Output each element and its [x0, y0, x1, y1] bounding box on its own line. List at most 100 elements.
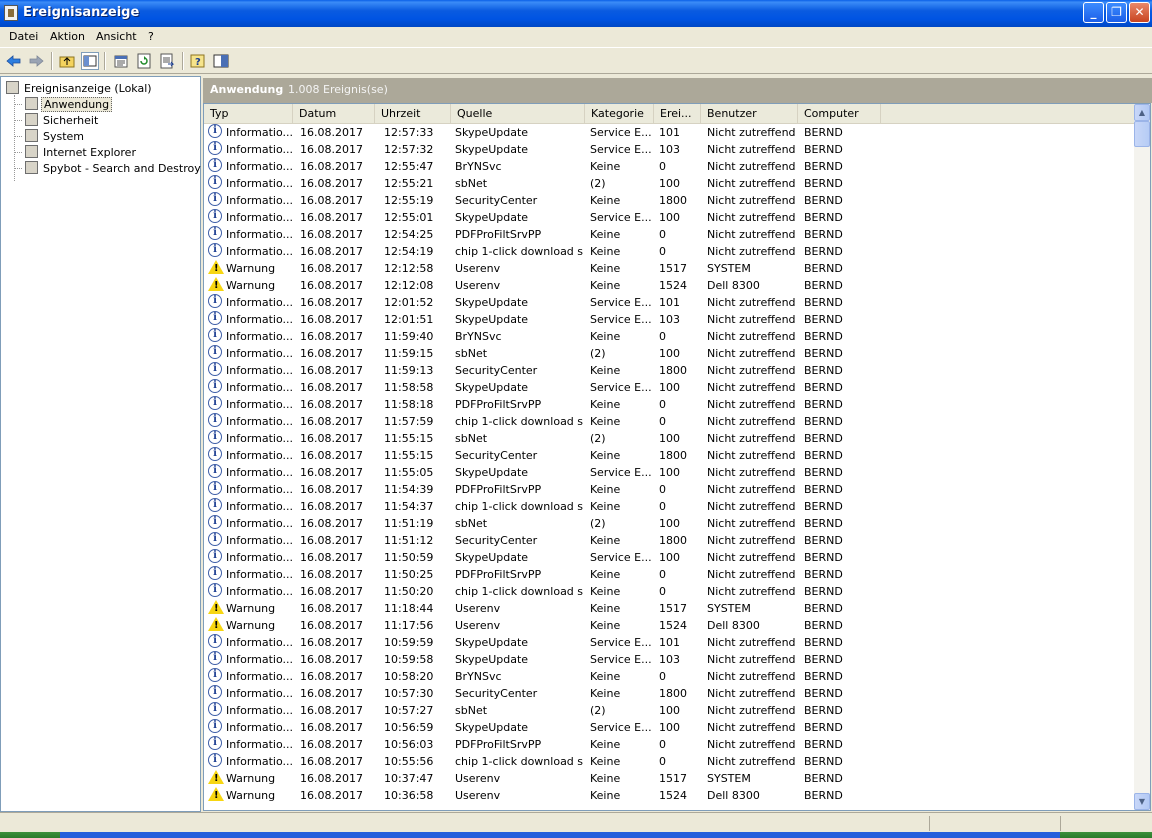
- refresh-icon[interactable]: [135, 52, 153, 70]
- vertical-scrollbar[interactable]: ▲ ▼: [1134, 104, 1150, 810]
- tree-item-anwendung[interactable]: Anwendung: [25, 97, 113, 113]
- menu-bar: Datei Aktion Ansicht ?: [0, 27, 1152, 47]
- table-row[interactable]: i Informatio... 16.08.2017 12:54:25 PDFProFi…: [204, 226, 1139, 243]
- tree-item-sicherheit[interactable]: Sicherheit: [25, 113, 100, 129]
- table-row[interactable]: i Informatio... 16.08.2017 10:55:56 chip 1-c…: [204, 753, 1139, 770]
- table-row[interactable]: ! Warnung 16.08.2017 11:18:44 Userenv Keine 15…: [204, 600, 1139, 617]
- cell-date: 16.08.2017: [300, 483, 363, 496]
- table-row[interactable]: i Informatio... 16.08.2017 10:56:03 PDFProFi…: [204, 736, 1139, 753]
- col-typ[interactable]: Typ: [204, 104, 293, 123]
- col-benutzer[interactable]: Benutzer: [701, 104, 798, 123]
- table-row[interactable]: i Informatio... 16.08.2017 11:57:59 chip 1-c…: [204, 413, 1139, 430]
- table-row[interactable]: i Informatio... 16.08.2017 12:55:47 BrYNSvc K…: [204, 158, 1139, 175]
- cell-time: 12:55:19: [384, 194, 434, 207]
- menu-datei[interactable]: Datei: [9, 30, 38, 43]
- information-icon: i: [208, 396, 222, 410]
- table-row[interactable]: i Informatio... 16.08.2017 12:57:33 SkypeUpd…: [204, 124, 1139, 141]
- table-row[interactable]: ! Warnung 16.08.2017 12:12:08 Userenv Keine 15…: [204, 277, 1139, 294]
- col-datum[interactable]: Datum: [293, 104, 375, 123]
- tree-item-internet-explorer[interactable]: Internet Explorer: [25, 145, 138, 161]
- table-row[interactable]: i Informatio... 16.08.2017 12:55:01 SkypeUpd…: [204, 209, 1139, 226]
- cell-time: 10:55:56: [384, 755, 434, 768]
- col-computer[interactable]: Computer: [798, 104, 881, 123]
- table-row[interactable]: i Informatio... 16.08.2017 10:56:59 SkypeUpd…: [204, 719, 1139, 736]
- table-row[interactable]: i Informatio... 16.08.2017 10:59:59 SkypeUpd…: [204, 634, 1139, 651]
- cell-computer: BERND: [804, 551, 843, 564]
- cell-event: 0: [659, 330, 666, 343]
- table-row[interactable]: i Informatio... 16.08.2017 10:57:30 Security…: [204, 685, 1139, 702]
- scroll-up-button[interactable]: ▲: [1134, 104, 1150, 121]
- cell-computer: BERND: [804, 602, 843, 615]
- title-bar[interactable]: Ereignisanzeige _ ❐ ✕: [0, 0, 1152, 27]
- table-row[interactable]: i Informatio... 16.08.2017 12:55:21 sbNet (2)…: [204, 175, 1139, 192]
- cell-source: Userenv: [455, 772, 501, 785]
- cell-time: 11:58:58: [384, 381, 434, 394]
- table-row[interactable]: i Informatio... 16.08.2017 12:54:19 chip 1-c…: [204, 243, 1139, 260]
- cell-type: Informatio...: [226, 330, 292, 343]
- table-row[interactable]: i Informatio... 16.08.2017 12:55:19 Security…: [204, 192, 1139, 209]
- table-row[interactable]: i Informatio... 16.08.2017 11:59:40 BrYNSvc K…: [204, 328, 1139, 345]
- table-row[interactable]: ! Warnung 16.08.2017 10:37:47 Userenv Keine 15…: [204, 770, 1139, 787]
- tree-root[interactable]: Ereignisanzeige (Lokal): [6, 81, 154, 97]
- export-list-icon[interactable]: [158, 52, 176, 70]
- table-row[interactable]: i Informatio... 16.08.2017 11:58:18 PDFProFi…: [204, 396, 1139, 413]
- log-book-icon: [25, 97, 38, 110]
- help-icon[interactable]: ?: [189, 52, 207, 70]
- up-folder-icon[interactable]: [58, 52, 76, 70]
- col-kategorie[interactable]: Kategorie: [585, 104, 654, 123]
- cell-event: 0: [659, 738, 666, 751]
- tree-item-spybot[interactable]: Spybot - Search and Destroy: [25, 161, 203, 177]
- maximize-button[interactable]: ❐: [1106, 2, 1127, 23]
- tree-item-system[interactable]: System: [25, 129, 86, 145]
- table-row[interactable]: i Informatio... 16.08.2017 11:58:58 SkypeUpd…: [204, 379, 1139, 396]
- table-row[interactable]: i Informatio... 16.08.2017 11:59:13 Security…: [204, 362, 1139, 379]
- minimize-button[interactable]: _: [1083, 2, 1104, 23]
- col-quelle[interactable]: Quelle: [451, 104, 585, 123]
- table-row[interactable]: i Informatio... 16.08.2017 12:57:32 SkypeUpd…: [204, 141, 1139, 158]
- table-row[interactable]: i Informatio... 16.08.2017 11:50:59 SkypeUpd…: [204, 549, 1139, 566]
- table-row[interactable]: i Informatio... 16.08.2017 11:54:37 chip 1-c…: [204, 498, 1139, 515]
- table-row[interactable]: i Informatio... 16.08.2017 11:54:39 PDFProFi…: [204, 481, 1139, 498]
- table-row[interactable]: i Informatio... 16.08.2017 10:58:20 BrYNSvc K…: [204, 668, 1139, 685]
- menu-aktion[interactable]: Aktion: [50, 30, 85, 43]
- cell-source: SkypeUpdate: [455, 551, 529, 564]
- cell-computer: BERND: [804, 534, 843, 547]
- cell-event: 103: [659, 143, 680, 156]
- cell-category: (2): [590, 704, 606, 717]
- table-row[interactable]: i Informatio... 16.08.2017 11:50:20 chip 1-c…: [204, 583, 1139, 600]
- table-row[interactable]: i Informatio... 16.08.2017 11:50:25 PDFProFi…: [204, 566, 1139, 583]
- cell-computer: BERND: [804, 449, 843, 462]
- table-row[interactable]: i Informatio... 16.08.2017 11:51:19 sbNet (2)…: [204, 515, 1139, 532]
- show-hide-tree-icon[interactable]: [81, 52, 99, 70]
- table-row[interactable]: i Informatio... 16.08.2017 10:59:58 SkypeUpd…: [204, 651, 1139, 668]
- table-row[interactable]: i Informatio... 16.08.2017 11:59:15 sbNet (2)…: [204, 345, 1139, 362]
- cell-type: Informatio...: [226, 347, 292, 360]
- table-row[interactable]: ! Warnung 16.08.2017 10:36:58 Userenv Keine 15…: [204, 787, 1139, 804]
- cell-event: 1517: [659, 262, 687, 275]
- table-row[interactable]: i Informatio... 16.08.2017 11:55:15 Security…: [204, 447, 1139, 464]
- cell-source: sbNet: [455, 704, 488, 717]
- table-row[interactable]: i Informatio... 16.08.2017 11:55:15 sbNet (2)…: [204, 430, 1139, 447]
- menu-help[interactable]: ?: [148, 30, 154, 43]
- table-row[interactable]: i Informatio... 16.08.2017 12:01:51 SkypeUpd…: [204, 311, 1139, 328]
- svg-text:?: ?: [195, 57, 201, 68]
- cell-time: 11:51:19: [384, 517, 434, 530]
- table-row[interactable]: ! Warnung 16.08.2017 12:12:58 Userenv Keine 15…: [204, 260, 1139, 277]
- forward-icon[interactable]: [27, 52, 45, 70]
- view-pane-icon[interactable]: [212, 52, 230, 70]
- table-row[interactable]: ! Warnung 16.08.2017 11:17:56 Userenv Keine 15…: [204, 617, 1139, 634]
- cell-time: 11:55:05: [384, 466, 434, 479]
- close-button[interactable]: ✕: [1129, 2, 1150, 23]
- col-uhrzeit[interactable]: Uhrzeit: [375, 104, 451, 123]
- scroll-thumb[interactable]: [1134, 121, 1150, 147]
- menu-ansicht[interactable]: Ansicht: [96, 30, 137, 43]
- table-row[interactable]: i Informatio... 16.08.2017 10:57:27 sbNet (2)…: [204, 702, 1139, 719]
- table-row[interactable]: i Informatio... 16.08.2017 12:01:52 SkypeUpd…: [204, 294, 1139, 311]
- back-icon[interactable]: [5, 52, 23, 70]
- properties-icon[interactable]: [112, 52, 130, 70]
- cell-source: SkypeUpdate: [455, 653, 529, 666]
- col-ereignis[interactable]: Erei...: [654, 104, 701, 123]
- scroll-down-button[interactable]: ▼: [1134, 793, 1150, 810]
- table-row[interactable]: i Informatio... 16.08.2017 11:55:05 SkypeUpd…: [204, 464, 1139, 481]
- table-row[interactable]: i Informatio... 16.08.2017 11:51:12 Security…: [204, 532, 1139, 549]
